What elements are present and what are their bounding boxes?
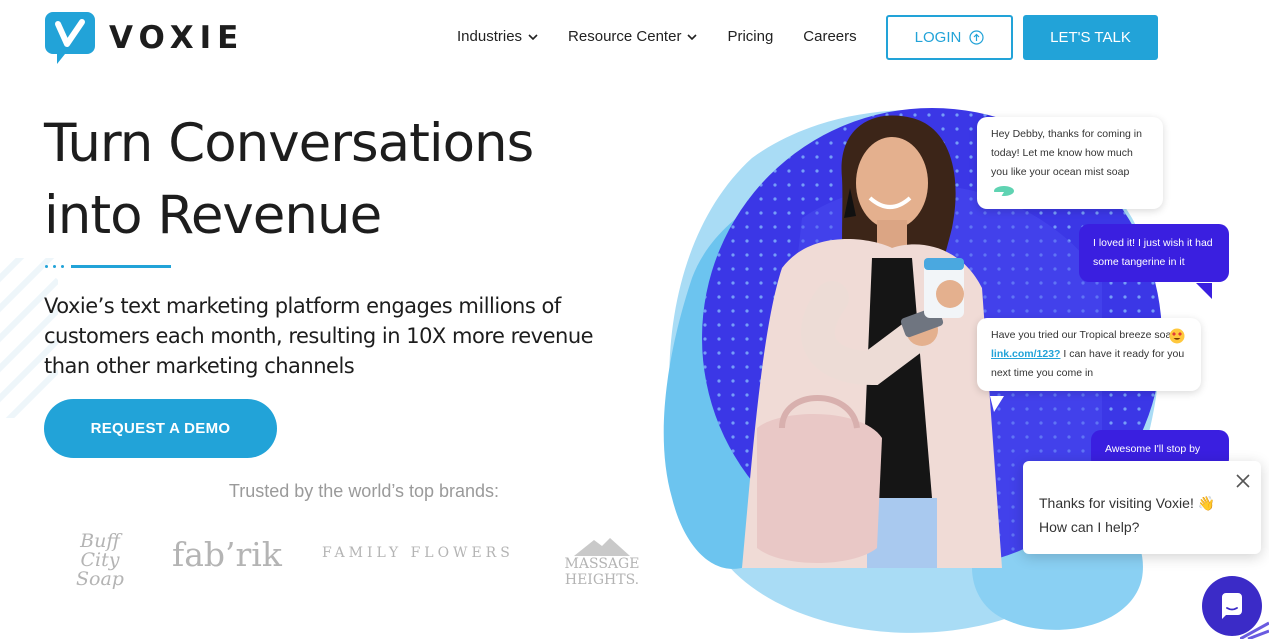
logo-text: VOXIE <box>109 20 245 56</box>
heart-eyes-icon <box>1169 328 1185 344</box>
mountain-icon <box>574 538 630 556</box>
nav-careers[interactable]: Careers <box>803 28 856 45</box>
chat-welcome-popup[interactable]: Thanks for visiting Voxie! 👋 How can I h… <box>1023 461 1261 554</box>
nav-pricing[interactable]: Pricing <box>727 28 773 45</box>
buff-line2: Soap <box>76 568 124 590</box>
title-divider <box>45 265 171 268</box>
hero-subtitle: Voxie’s text marketing platform engages … <box>44 294 594 378</box>
chat-bubble-3: Have you tried our Tropical breeze soap … <box>977 318 1201 391</box>
voxie-logo-icon <box>45 12 95 64</box>
chat-bubble-1: Hey Debby, thanks for coming in today! L… <box>977 117 1163 209</box>
chat-popup-line1: Thanks for visiting Voxie! 👋 <box>1039 495 1216 511</box>
chat-bubble-1-text: Hey Debby, thanks for coming in today! L… <box>991 128 1142 178</box>
chat-bubble-3-link[interactable]: link.com/123? <box>991 348 1060 360</box>
chat-bubble-3-pre: Have you tried our Tropical breeze soap <box>991 329 1178 341</box>
login-arrow-icon <box>969 30 984 45</box>
chat-popup-line2: How can I help? <box>1039 519 1140 535</box>
decorative-corner-stripes <box>1240 621 1269 639</box>
request-demo-button[interactable]: REQUEST A DEMO <box>44 399 277 458</box>
chat-bubble-2: I loved it! I just wish it had some tang… <box>1079 224 1229 282</box>
hero-title-line2: into Revenue <box>44 185 382 246</box>
massage-heights-text: MASSAGE HEIGHTS. <box>564 556 640 588</box>
nav-resource-center[interactable]: Resource Center <box>568 28 698 45</box>
chevron-down-icon <box>687 33 698 40</box>
brand-logo-fabrik: fab’rik <box>172 535 282 574</box>
nav-industries-label: Industries <box>457 28 523 45</box>
login-button[interactable]: LOGIN <box>886 15 1013 60</box>
nav-careers-label: Careers <box>803 28 857 45</box>
lets-talk-button[interactable]: LET'S TALK <box>1023 15 1158 60</box>
bubble-2-tail <box>1196 283 1212 299</box>
bubble-1-tail <box>990 192 1004 208</box>
bubble-3-tail <box>990 396 1004 412</box>
hero-title: Turn Conversations into Revenue <box>44 108 604 252</box>
trusted-by-label: Trusted by the world’s top brands: <box>228 481 500 501</box>
brand-logo-family-flowers: FAMILY FLOWERS <box>322 545 514 561</box>
close-icon[interactable] <box>1235 473 1251 489</box>
buff-line1: Buff City <box>80 530 120 571</box>
main-nav: Industries Resource Center Pricing Caree… <box>457 28 887 45</box>
voxie-logo[interactable]: VOXIE <box>45 12 244 64</box>
login-label: LOGIN <box>914 29 962 46</box>
brand-logo-buff-city-soap: Buff City Soap <box>60 532 140 589</box>
chevron-down-icon <box>528 33 538 40</box>
hero-title-line1: Turn Conversations <box>44 113 534 174</box>
nav-pricing-label: Pricing <box>727 28 774 45</box>
nav-resource-center-label: Resource Center <box>568 28 682 45</box>
nav-industries[interactable]: Industries <box>457 28 538 45</box>
